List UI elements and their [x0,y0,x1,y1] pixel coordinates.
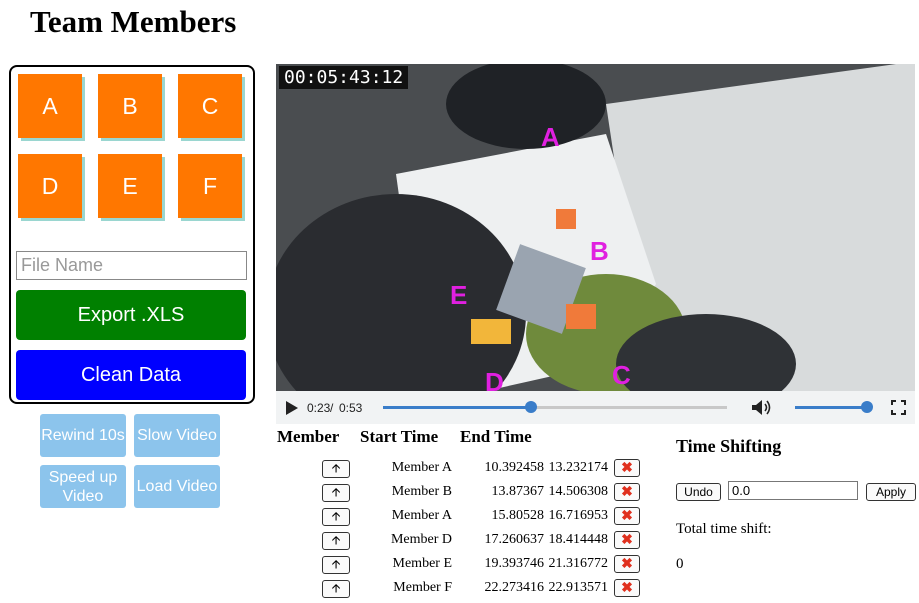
row-member: Member A [391,508,452,523]
row-member: Member E [392,556,452,571]
arrow-up-icon: 🡩 [331,556,341,571]
total-time-shift-value: 0 [676,556,684,572]
member-button-c[interactable]: C [178,74,242,138]
table-row: 🡩 Member A 15.80528 16.716953 ✖ [276,504,656,528]
video-scene [276,64,915,391]
file-name-input[interactable] [16,251,247,280]
row-end-time: 14.506308 [548,484,609,499]
move-up-button[interactable]: 🡩 [322,580,350,598]
rewind-button[interactable]: Rewind 10s [40,414,126,457]
delete-row-button[interactable]: ✖ [614,459,640,477]
volume-thumb[interactable] [861,401,873,413]
table-row: 🡩 Member F 22.273416 22.913571 ✖ [276,576,656,600]
delete-row-button[interactable]: ✖ [614,579,640,597]
move-up-button[interactable]: 🡩 [322,532,350,550]
row-end-time: 13.232174 [548,460,609,475]
progress-thumb[interactable] [524,401,537,413]
move-up-button[interactable]: 🡩 [322,460,350,478]
apply-button[interactable]: Apply [866,483,916,501]
volume-track[interactable] [795,401,873,413]
close-icon: ✖ [621,556,633,572]
video-label-a: A [541,122,560,152]
delete-row-button[interactable]: ✖ [614,507,640,525]
row-member: Member A [391,460,452,475]
time-separator: / [330,401,334,415]
arrow-up-icon: 🡩 [331,580,341,595]
volume-icon[interactable] [751,399,771,416]
play-icon[interactable] [286,401,298,415]
row-end-time: 21.316772 [548,556,609,571]
member-button-e[interactable]: E [98,154,162,218]
video-label-b: B [590,236,609,266]
video-label-c: C [612,360,631,390]
move-up-button[interactable]: 🡩 [322,508,350,526]
header-member: Member [277,427,340,446]
arrow-up-icon: 🡩 [331,460,341,475]
table-row: 🡩 Member A 10.392458 13.232174 ✖ [276,456,656,480]
row-start-time: 22.273416 [484,580,545,595]
member-button-d[interactable]: D [18,154,82,218]
member-button-b[interactable]: B [98,74,162,138]
video-controls: 0:23 / 0:53 [276,391,915,424]
table-row: 🡩 Member B 13.87367 14.506308 ✖ [276,480,656,504]
volume-fill [795,406,867,409]
speed-up-button[interactable]: Speed up Video [40,465,126,508]
close-icon: ✖ [621,580,633,596]
table-row: 🡩 Member E 19.393746 21.316772 ✖ [276,552,656,576]
row-end-time: 18.414448 [548,532,609,547]
video-frame[interactable]: 00:05:43:12 A B C D E [276,64,915,391]
close-icon: ✖ [621,532,633,548]
member-button-f[interactable]: F [178,154,242,218]
row-member: Member F [393,580,452,595]
video-label-e: E [450,280,468,310]
time-shifting-title: Time Shifting [676,436,782,456]
load-video-button[interactable]: Load Video [134,465,220,508]
arrow-up-icon: 🡩 [331,532,341,547]
progress-fill [383,406,531,409]
video-label-d: D [485,367,504,391]
duration: 0:53 [339,401,363,415]
time-shift-input[interactable] [728,481,858,500]
row-start-time: 19.393746 [484,556,545,571]
delete-row-button[interactable]: ✖ [614,531,640,549]
total-time-shift-label: Total time shift: [676,521,772,537]
page-title: Team Members [30,4,237,39]
row-start-time: 17.260637 [484,532,545,547]
row-start-time: 15.80528 [491,508,545,523]
header-end-time: End Time [460,427,532,446]
move-up-button[interactable]: 🡩 [322,484,350,502]
header-start-time: Start Time [360,427,439,446]
team-members-panel: A B C D E F Export .XLS Clean Data [9,65,255,404]
member-button-a[interactable]: A [18,74,82,138]
row-start-time: 10.392458 [484,460,545,475]
table-row: 🡩 Member D 17.260637 18.414448 ✖ [276,528,656,552]
export-xls-button[interactable]: Export .XLS [16,290,246,340]
delete-row-button[interactable]: ✖ [614,555,640,573]
row-member: Member B [391,484,452,499]
close-icon: ✖ [621,484,633,500]
row-member: Member D [390,532,452,547]
close-icon: ✖ [621,460,633,476]
video-timecode: 00:05:43:12 [279,66,409,89]
undo-button[interactable]: Undo [676,483,721,501]
move-up-button[interactable]: 🡩 [322,556,350,574]
row-end-time: 16.716953 [548,508,609,523]
row-start-time: 13.87367 [491,484,545,499]
arrow-up-icon: 🡩 [331,484,341,499]
progress-track[interactable] [383,401,727,413]
close-icon: ✖ [621,508,633,524]
fullscreen-icon[interactable] [891,400,906,415]
row-end-time: 22.913571 [548,580,609,595]
slow-video-button[interactable]: Slow Video [134,414,220,457]
arrow-up-icon: 🡩 [331,508,341,523]
clean-data-button[interactable]: Clean Data [16,350,246,400]
current-time: 0:23 [307,401,331,415]
delete-row-button[interactable]: ✖ [614,483,640,501]
